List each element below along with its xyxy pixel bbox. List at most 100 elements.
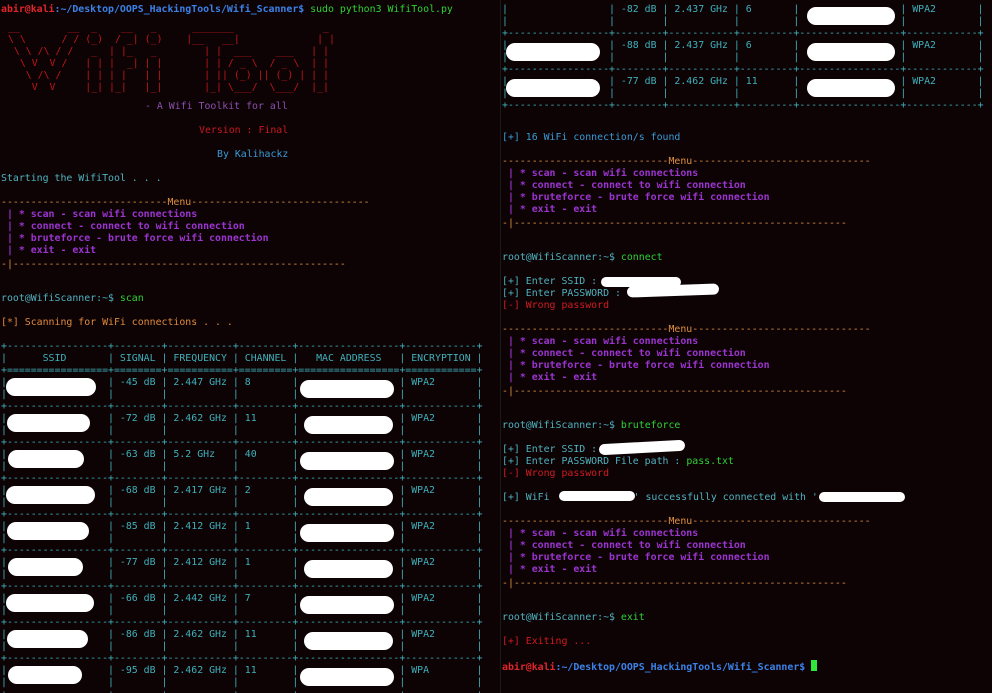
menu-item: | * bruteforce - brute force wifi connec… bbox=[502, 192, 770, 203]
menu-item: | * scan - scan wifi connections bbox=[502, 336, 699, 347]
menu-header: ----------------------------Menu--------… bbox=[502, 516, 871, 527]
redacted-ssid bbox=[8, 558, 83, 576]
prompt-user-host: abir@kali bbox=[1, 4, 55, 15]
redacted-ssid bbox=[6, 594, 94, 612]
prompt-path: :~/Desktop/OOPS_HackingTools/Wifi_Scanne… bbox=[555, 662, 806, 673]
redacted-mac bbox=[300, 380, 394, 398]
menu-item: | * connect - connect to wifi connection bbox=[502, 348, 746, 359]
redacted-mac bbox=[304, 632, 393, 650]
file-value: pass.txt bbox=[686, 456, 734, 467]
brute-file-line: [+] Enter PASSWORD File path : pass.txt bbox=[502, 456, 734, 468]
table-row: | | -82 dB | 2.437 GHz | 6 | | WPA2 | bbox=[502, 4, 984, 15]
menu-footer: -|--------------------------------------… bbox=[502, 578, 847, 589]
prompt-user-host: abir@kali bbox=[502, 662, 556, 673]
exiting-message: [+] Exiting ... bbox=[502, 636, 592, 647]
prompt-label: root@WifiScanner:~$ bbox=[502, 420, 615, 431]
menu-item: | * scan - scan wifi connections bbox=[502, 528, 699, 539]
prompt-label: root@WifiScanner:~$ bbox=[502, 252, 615, 263]
menu-item: | * exit - exit bbox=[502, 204, 598, 215]
redacted-mac bbox=[304, 488, 393, 506]
bruteforce-prompt-line: root@WifiScanner:~$ bruteforce bbox=[502, 420, 680, 432]
menu-header: ----------------------------Menu--------… bbox=[502, 156, 871, 167]
banner-art-line: __ __ _ __ _ _______ _ bbox=[2, 22, 335, 33]
menu-title: Menu bbox=[668, 156, 693, 167]
starting-message: Starting the WifiTool . . . bbox=[1, 173, 162, 184]
banner-art-line: V V |_| |_| |_| |_| \___/ \___/ |_| bbox=[2, 82, 329, 93]
redacted-mac bbox=[300, 668, 394, 686]
menu-item: | * bruteforce - brute force wifi connec… bbox=[502, 360, 770, 371]
banner-art-line: \ \ /\ / / _ | |_ _ | | ___ ___ | | bbox=[2, 46, 329, 57]
prompt-command: connect bbox=[620, 252, 663, 263]
password-label: [+] Enter PASSWORD : bbox=[502, 288, 621, 299]
menu-header: ----------------------------Menu--------… bbox=[1, 197, 370, 208]
menu-item: | * connect - connect to wifi connection bbox=[502, 540, 746, 551]
table-border: +-----------------+--------+-----------+… bbox=[1, 341, 483, 352]
redacted-mac bbox=[304, 416, 393, 434]
redacted-ssid bbox=[8, 666, 82, 684]
redacted-ssid bbox=[7, 630, 88, 648]
prompt-command: bruteforce bbox=[620, 420, 681, 431]
file-label: [+] Enter PASSWORD File path : bbox=[502, 456, 681, 467]
terminal-pane-left[interactable]: abir@kali:~/Desktop/OOPS_HackingTools/Wi… bbox=[0, 0, 500, 693]
table-header-separator: +=================+========+===========+… bbox=[1, 365, 483, 376]
redacted-mac bbox=[304, 560, 393, 578]
redacted-mac bbox=[300, 524, 394, 542]
menu-title: Menu bbox=[167, 197, 192, 208]
menu-item: | * exit - exit bbox=[1, 245, 97, 256]
menu-footer: -|--------------------------------------… bbox=[502, 218, 847, 229]
table-row-separator: +-----------------+--------+-----------+… bbox=[1, 473, 483, 484]
prompt-command: sudo python3 WifiTool.py bbox=[310, 4, 453, 15]
menu-item: | * exit - exit bbox=[502, 372, 598, 383]
terminal-pane-right[interactable]: +-----------------+--------+-----------+… bbox=[501, 0, 992, 693]
ssid-label: [+] Enter SSID : bbox=[502, 444, 598, 455]
prompt-command: exit bbox=[620, 612, 645, 623]
ssid-label: [+] Enter SSID : bbox=[502, 276, 598, 287]
table-row-separator: +-----------------+--------+-----------+… bbox=[502, 28, 984, 39]
menu-item: | * connect - connect to wifi connection bbox=[1, 221, 245, 232]
menu-footer: -|--------------------------------------… bbox=[1, 259, 346, 270]
prompt-label: root@WifiScanner:~$ bbox=[1, 293, 114, 304]
prompt-label: root@WifiScanner:~$ bbox=[502, 612, 615, 623]
menu-title: Menu bbox=[668, 324, 693, 335]
final-shell-prompt[interactable]: abir@kali:~/Desktop/OOPS_HackingTools/Wi… bbox=[502, 660, 818, 673]
connect-password-line: [+] Enter PASSWORD : bbox=[502, 288, 621, 300]
banner-version: Version : Final bbox=[199, 125, 289, 136]
table-row-separator: +-----------------+--------+-----------+… bbox=[1, 401, 483, 412]
menu-item: | * bruteforce - brute force wifi connec… bbox=[502, 552, 770, 563]
banner-art-line: \ /\ / | | | | | | | || (_) || (_) | | | bbox=[2, 70, 329, 81]
redacted-mac bbox=[807, 79, 895, 97]
menu-item: | * exit - exit bbox=[502, 564, 598, 575]
table-row-separator: +-----------------+--------+-----------+… bbox=[1, 653, 483, 664]
redacted-ssid bbox=[6, 486, 95, 504]
redacted-password bbox=[626, 283, 720, 298]
table-row-separator: +-----------------+--------+-----------+… bbox=[1, 617, 483, 628]
redacted-ssid bbox=[506, 79, 600, 97]
found-count-message: [+] 16 WiFi connection/s found bbox=[502, 132, 681, 143]
redacted-ssid bbox=[559, 491, 635, 501]
brute-ssid-line: [+] Enter SSID : bbox=[502, 444, 597, 456]
redacted-mac bbox=[300, 596, 394, 614]
connect-ssid-line: [+] Enter SSID : bbox=[502, 276, 597, 288]
table-header-row: | SSID | SIGNAL | FREQUENCY | CHANNEL | … bbox=[1, 353, 483, 364]
prompt-command: scan bbox=[119, 293, 144, 304]
redacted-ssid bbox=[506, 43, 600, 61]
table-row-separator: +-----------------+--------+-----------+… bbox=[1, 689, 483, 693]
menu-item: | * scan - scan wifi connections bbox=[502, 168, 699, 179]
exit-prompt-line: root@WifiScanner:~$ exit bbox=[502, 612, 645, 624]
success-prefix: [+] WiFi bbox=[502, 492, 550, 503]
menu-header: ----------------------------Menu--------… bbox=[502, 324, 871, 335]
menu-item: | * scan - scan wifi connections bbox=[1, 209, 198, 220]
success-message: [+] WiFi ' successfully connected with ' bbox=[502, 492, 818, 504]
redacted-password bbox=[819, 492, 905, 502]
table-row-separator: +-----------------+--------+-----------+… bbox=[1, 545, 483, 556]
connect-prompt-line: root@WifiScanner:~$ connect bbox=[502, 252, 663, 264]
table-row-separator: +-----------------+--------+-----------+… bbox=[502, 64, 984, 75]
prompt-path: :~/Desktop/OOPS_HackingTools/Wifi_Scanne… bbox=[54, 4, 305, 15]
redacted-ssid bbox=[598, 439, 686, 456]
success-mid: ' successfully connected with ' bbox=[633, 492, 818, 503]
banner-tagline: - A Wifi Toolkit for all bbox=[145, 101, 288, 112]
banner-art-line: \ V V / | | | _| | | | | / _ \ / _ \ | | bbox=[2, 58, 329, 69]
banner-author: By Kalihackz bbox=[217, 149, 289, 160]
redacted-mac bbox=[807, 43, 895, 61]
scanning-message: [*] Scanning for WiFi connections . . . bbox=[1, 317, 233, 328]
